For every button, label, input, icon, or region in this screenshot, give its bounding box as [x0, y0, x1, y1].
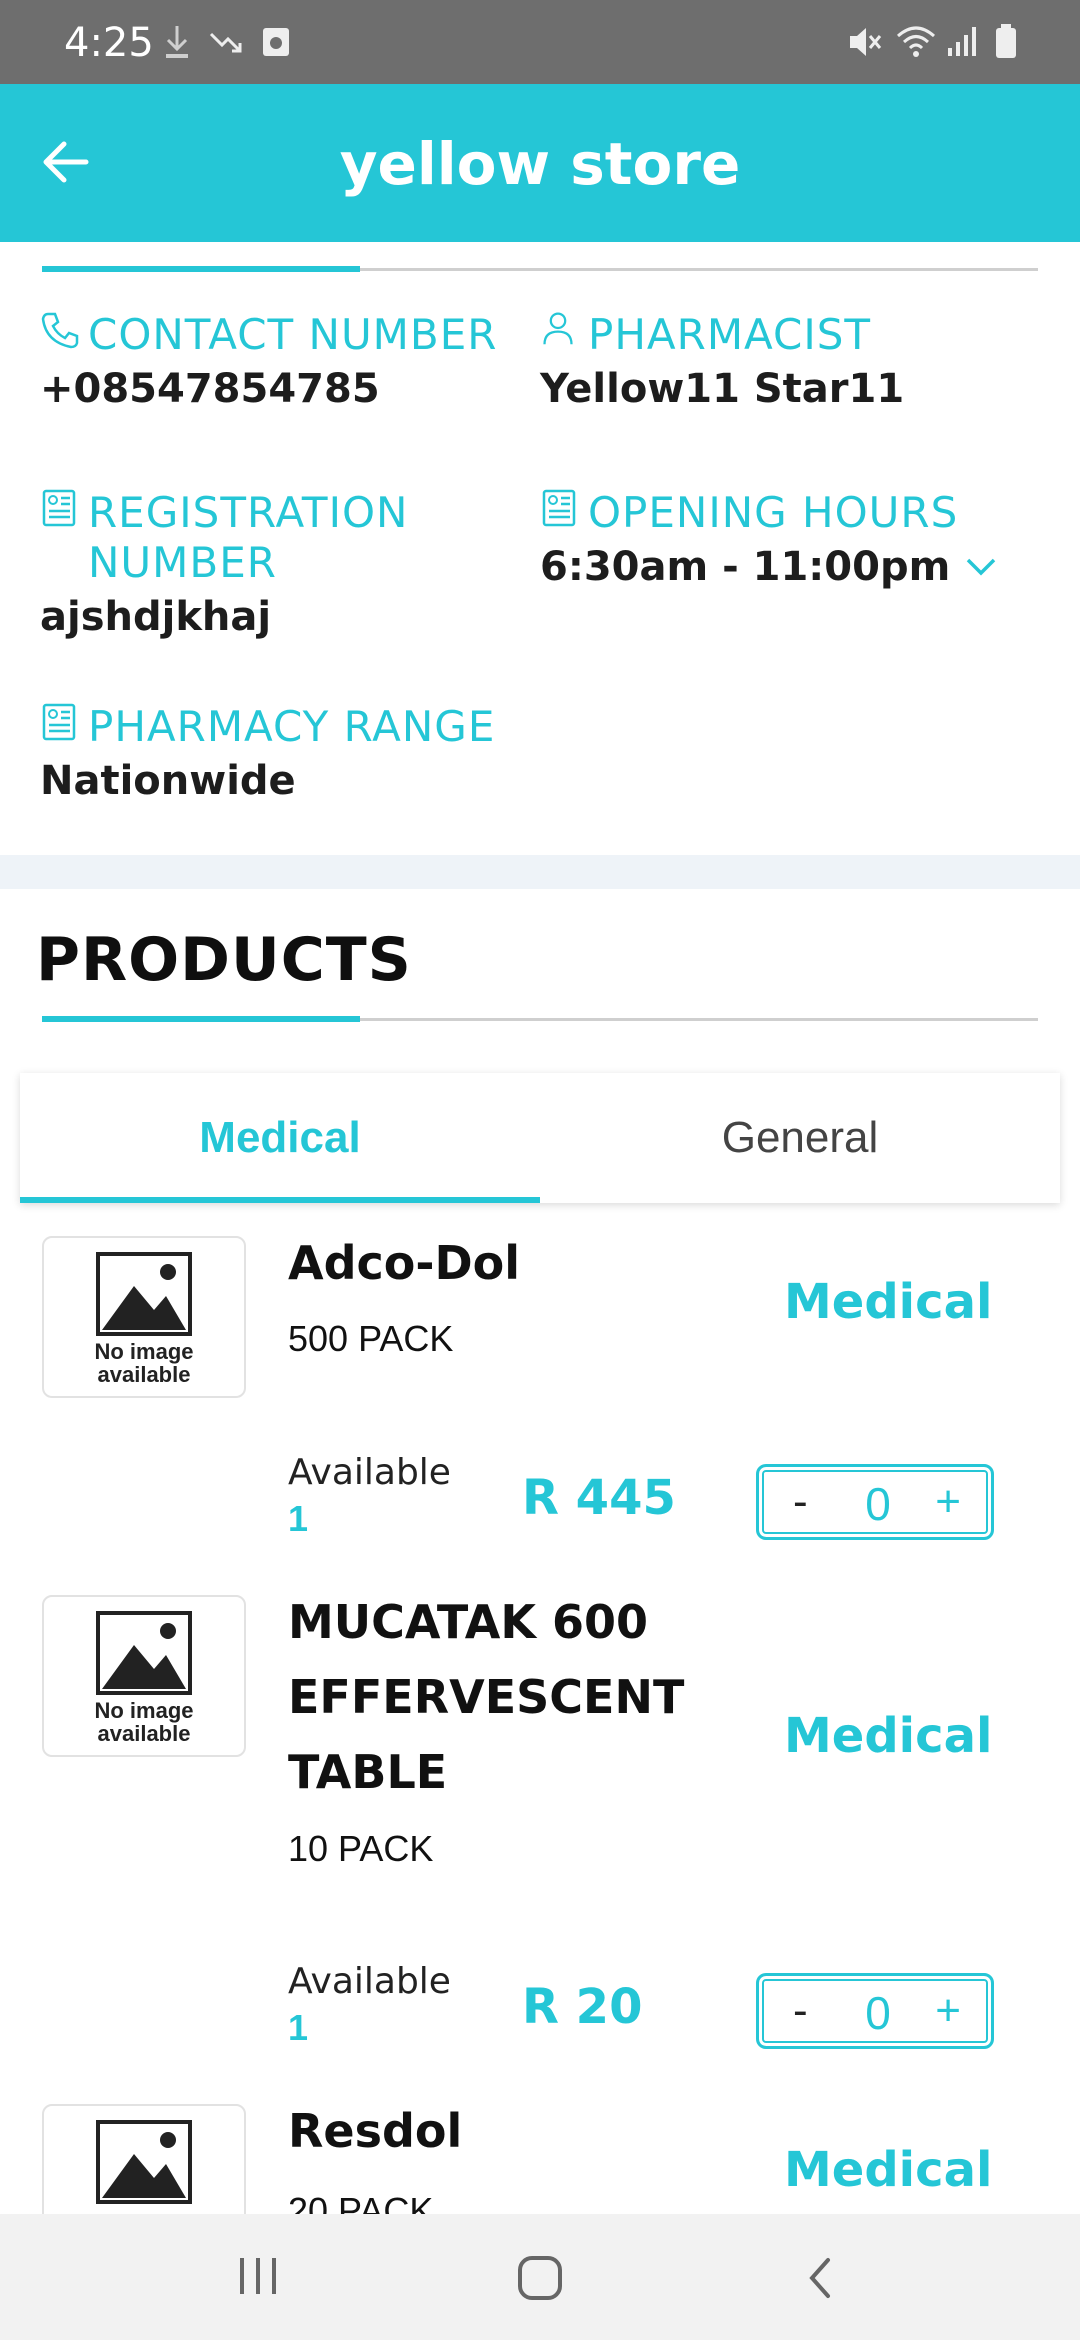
trend-icon	[209, 32, 242, 53]
product-name[interactable]: MUCATAK 600 EFFERVESCENT TABLE	[288, 1585, 684, 1810]
product-price: R 20	[522, 1979, 643, 2035]
opening-hours-value: 6:30am - 11:00pm	[540, 544, 951, 590]
tab-active-indicator	[20, 1197, 540, 1203]
opening-hours-label: OPENING HOURS	[588, 488, 959, 537]
pharmacist-block: PHARMACIST Yellow11 Star11	[540, 310, 1040, 412]
quantity-stepper: - 0 +	[756, 1464, 994, 1540]
product-category: Medical	[784, 1274, 993, 1330]
section-separator	[0, 855, 1080, 889]
certificate-icon	[542, 489, 576, 527]
product-pack: 10 PACK	[288, 1828, 434, 1869]
available-count: 1	[288, 2007, 309, 2048]
registration-value: ajshdjkhaj	[40, 594, 272, 640]
download-icon	[166, 26, 188, 58]
no-image-icon	[96, 2120, 192, 2204]
product-name[interactable]: Resdol	[288, 2094, 462, 2169]
mute-icon	[850, 28, 882, 56]
product-image-placeholder[interactable]: No image available	[42, 1236, 246, 1398]
pharmacist-value: Yellow11 Star11	[540, 366, 905, 412]
product-pack: 500 PACK	[288, 1318, 454, 1359]
category-tabs: Medical General	[20, 1073, 1060, 1203]
section-divider-active	[42, 266, 360, 272]
product-category: Medical	[784, 2142, 993, 2198]
no-image-icon	[96, 1611, 192, 1695]
no-image-text: No image available	[94, 1339, 194, 1387]
quantity-value[interactable]: 0	[863, 1986, 893, 2040]
signal-icon	[948, 27, 976, 56]
increment-button[interactable]: +	[935, 1477, 961, 1527]
contact-number-value[interactable]: +08547854785	[40, 366, 520, 412]
available-label: Available	[288, 1452, 451, 1493]
product-image-placeholder[interactable]: No image available	[42, 1595, 246, 1757]
calendar-icon	[263, 28, 289, 56]
status-bar: 4:25	[0, 0, 1080, 84]
quantity-stepper: - 0 +	[756, 1973, 994, 2049]
contact-number-label: CONTACT NUMBER	[88, 310, 498, 359]
certificate-icon	[42, 703, 76, 741]
registration-number-block: REGISTRATION NUMBER ajshdjkhaj	[40, 488, 520, 640]
page-title: yellow store	[339, 130, 741, 198]
contact-number-block: CONTACT NUMBER +08547854785	[40, 310, 520, 412]
products-divider-active	[42, 1016, 360, 1022]
products-divider	[42, 1016, 1038, 1022]
available-count: 1	[288, 1498, 309, 1539]
registration-label-line1: REGISTRATION	[88, 488, 409, 537]
products-heading: PRODUCTS	[36, 925, 412, 995]
pharmacy-range-block: PHARMACY RANGE Nationwide	[40, 702, 560, 804]
tab-medical[interactable]: Medical	[20, 1073, 540, 1203]
phone-icon	[41, 312, 79, 349]
wifi-icon	[897, 26, 935, 57]
no-image-icon	[96, 1252, 192, 1336]
pharmacy-range-value: Nationwide	[40, 758, 296, 804]
registration-label-line2: NUMBER	[88, 538, 277, 587]
opening-hours-block: OPENING HOURS 6:30am - 11:00pm	[540, 488, 1040, 590]
product-name[interactable]: Adco-Dol	[288, 1226, 520, 1301]
pharmacy-range-label: PHARMACY RANGE	[88, 702, 496, 751]
battery-icon	[996, 24, 1016, 58]
decrement-button[interactable]: -	[793, 1986, 808, 2036]
home-icon[interactable]	[516, 2254, 564, 2302]
app-bar: yellow store	[0, 84, 1080, 242]
tab-general[interactable]: General	[540, 1073, 1060, 1203]
opening-hours-toggle[interactable]: 6:30am - 11:00pm	[540, 544, 1040, 590]
decrement-button[interactable]: -	[793, 1477, 808, 1527]
person-icon	[543, 312, 573, 345]
no-image-text: No image available	[94, 1698, 194, 1746]
product-price: R 445	[522, 1470, 676, 1526]
certificate-icon	[42, 489, 76, 527]
section-divider	[42, 266, 1038, 272]
increment-button[interactable]: +	[935, 1986, 961, 2036]
back-nav-icon[interactable]	[802, 2254, 838, 2302]
quantity-value[interactable]: 0	[863, 1477, 893, 1531]
product-category: Medical	[784, 1708, 993, 1764]
chevron-down-icon[interactable]	[964, 555, 998, 579]
system-nav-bar	[0, 2214, 1080, 2340]
recent-apps-icon[interactable]	[236, 2254, 280, 2298]
status-time: 4:25	[64, 20, 154, 66]
pharmacist-label: PHARMACIST	[588, 310, 872, 359]
available-label: Available	[288, 1961, 451, 2002]
